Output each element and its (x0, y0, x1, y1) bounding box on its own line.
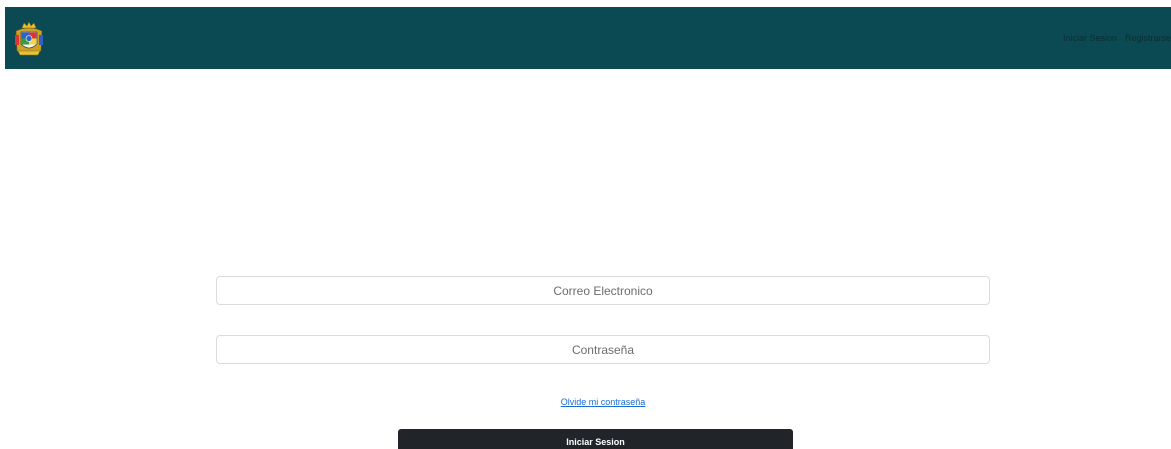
email-field[interactable] (216, 276, 990, 305)
nav-links: Iniciar Sesion Registrarse (1055, 7, 1171, 69)
top-navbar: Iniciar Sesion Registrarse (5, 7, 1171, 69)
forgot-password-link[interactable]: Olvide mi contraseña (216, 397, 990, 407)
coat-of-arms-logo-icon[interactable] (14, 21, 44, 57)
login-submit-button[interactable]: Iniciar Sesion (398, 429, 793, 449)
password-field[interactable] (216, 335, 990, 364)
nav-link-register[interactable]: Registrarse (1125, 33, 1171, 43)
nav-link-login[interactable]: Iniciar Sesion (1063, 33, 1117, 43)
